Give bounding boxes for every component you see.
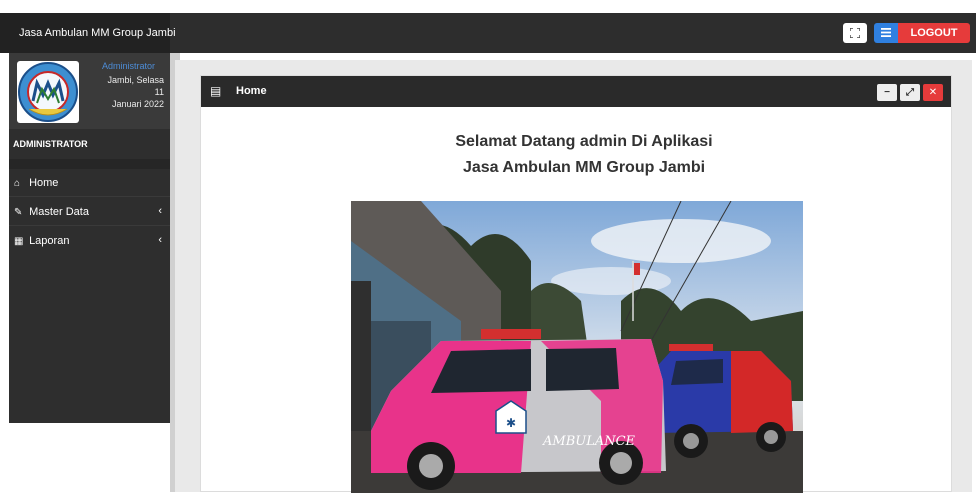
sidebar-item-label: Home — [29, 177, 59, 189]
top-navbar: Jasa Ambulan MM Group Jambi LOGOUT — [0, 13, 976, 53]
welcome-line-2: Jasa Ambulan MM Group Jambi — [462, 159, 706, 176]
edit-icon: ✎ — [14, 207, 23, 218]
date-line-2: Januari 2022 — [111, 99, 164, 109]
sidebar-item-label: Master Data — [29, 206, 89, 218]
menu-toggle-button[interactable] — [874, 23, 898, 43]
ambulance-photo: ✱ AMBULANCE — [351, 201, 803, 493]
ambulance-service-logo — [17, 61, 79, 123]
panel-header: ▤ Home − ⤢ ✕ — [201, 76, 951, 107]
sidebar-item-laporan[interactable]: ▦ Laporan ‹ — [9, 227, 170, 255]
maximize-button[interactable]: ⤢ — [900, 84, 920, 101]
sidebar-item-home[interactable]: ⌂ Home — [9, 169, 170, 197]
current-date: Jambi, Selasa 11 Januari 2022 — [102, 74, 164, 110]
date-line-1: Jambi, Selasa 11 — [107, 75, 164, 97]
welcome-message: Selamat Datang admin Di Aplikasi Jasa Am… — [201, 129, 967, 181]
top-strip — [0, 0, 976, 13]
minimize-button[interactable]: − — [877, 84, 897, 101]
user-role: Administrator — [102, 61, 156, 71]
book-icon: ▤ — [210, 84, 222, 98]
expand-icon: ⤢ — [906, 87, 914, 98]
logout-button[interactable]: LOGOUT — [898, 23, 970, 43]
home-panel: ▤ Home − ⤢ ✕ Selamat Datang admin Di Apl… — [200, 75, 952, 493]
fullscreen-button[interactable] — [843, 23, 867, 43]
welcome-line-1: Selamat Datang admin Di Aplikasi — [455, 133, 713, 150]
sidebar: Administrator Jambi, Selasa 11 Januari 2… — [9, 53, 170, 423]
nav-separator — [9, 159, 170, 169]
sidebar-item-label: Laporan — [29, 235, 70, 247]
app-title[interactable]: Jasa Ambulan MM Group Jambi — [0, 13, 176, 53]
chevron-left-icon: ‹ — [158, 205, 162, 217]
sidebar-item-master-data[interactable]: ✎ Master Data ‹ — [9, 198, 170, 226]
svg-text:✱: ✱ — [506, 416, 516, 430]
home-icon: ⌂ — [14, 178, 21, 189]
calendar-icon: ▦ — [14, 236, 24, 247]
bars-icon — [881, 28, 891, 37]
minus-icon: − — [884, 87, 890, 98]
chevron-left-icon: ‹ — [158, 234, 162, 246]
close-button[interactable]: ✕ — [923, 84, 943, 101]
close-icon: ✕ — [928, 87, 938, 98]
user-panel: Administrator Jambi, Selasa 11 Januari 2… — [9, 53, 170, 129]
nav-header: ADMINISTRATOR — [9, 129, 170, 159]
panel-title: Home — [236, 85, 267, 97]
ambulance-label: AMBULANCE — [542, 434, 636, 449]
expand-icon — [849, 27, 861, 39]
